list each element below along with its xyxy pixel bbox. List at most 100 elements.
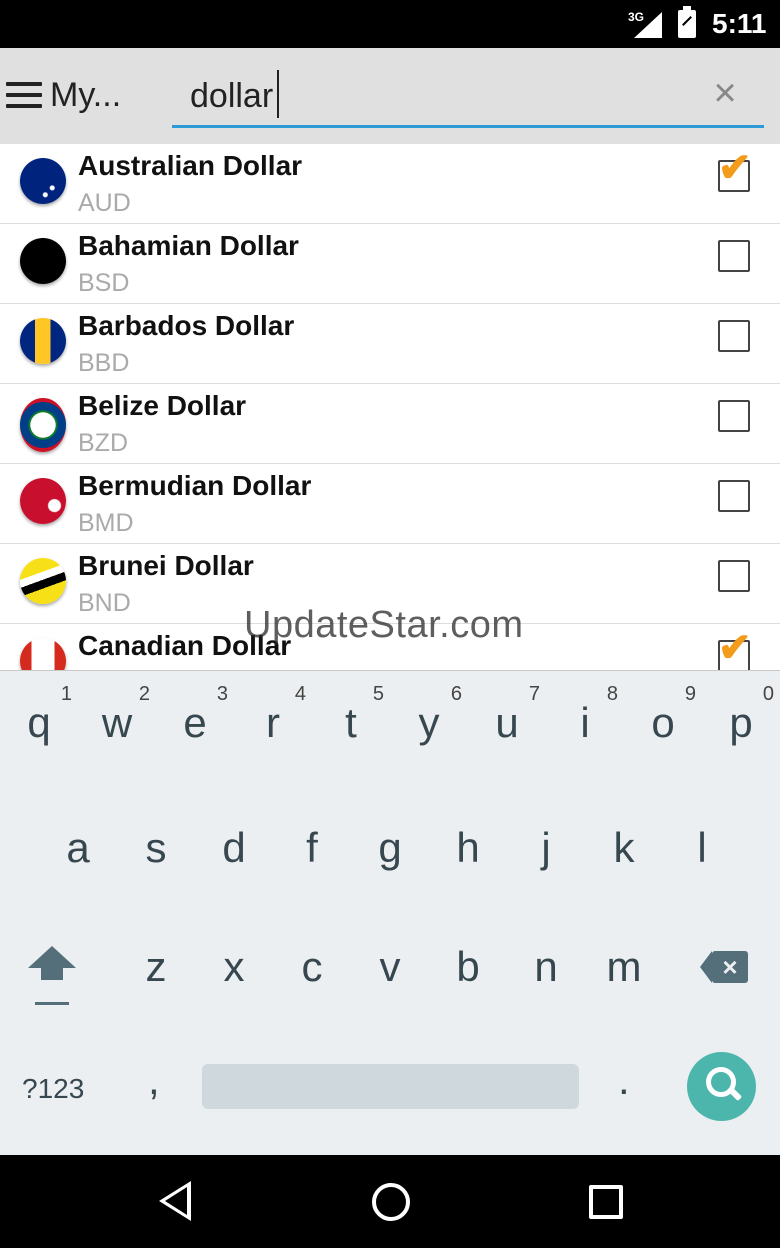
status-bar: 3G 5:11 [0, 0, 780, 48]
key-w[interactable]: 2w [78, 671, 156, 771]
key-label: r [266, 699, 280, 746]
key-label: n [534, 943, 558, 990]
key-f[interactable]: f [273, 796, 351, 896]
key-label: t [345, 699, 357, 746]
key-u[interactable]: 7u [468, 671, 546, 771]
back-icon[interactable] [159, 1181, 191, 1221]
key-j[interactable]: j [507, 796, 585, 896]
key-label: s [145, 824, 167, 871]
key-z[interactable]: z [117, 915, 195, 1015]
key-s[interactable]: s [117, 796, 195, 896]
backspace-key[interactable]: × [700, 951, 748, 983]
key-label: y [418, 699, 440, 746]
select-checkbox[interactable] [718, 480, 750, 512]
currency-code: AUD [78, 189, 131, 217]
period-key[interactable]: . [618, 1056, 630, 1104]
key-label: x [223, 943, 245, 990]
key-label: g [378, 824, 402, 871]
currency-row[interactable]: Barbados Dollar BBD [0, 304, 780, 384]
key-v[interactable]: v [351, 915, 429, 1015]
clear-search-icon[interactable]: × [708, 73, 742, 113]
soft-keyboard: × ?123 , . 1q2w3e4r5t6y7u8i9o0p a s d f g h j k l… [0, 670, 780, 1156]
key-label: v [379, 943, 401, 990]
recents-icon[interactable] [589, 1185, 623, 1219]
shift-arrow-icon [28, 946, 76, 968]
key-q[interactable]: 1q [0, 671, 78, 771]
currency-code: BND [78, 589, 131, 617]
app-title: My... [50, 76, 122, 114]
key-label: b [456, 943, 480, 990]
select-checkbox[interactable] [718, 400, 750, 432]
home-icon[interactable] [372, 1183, 410, 1221]
key-label: z [145, 943, 167, 990]
key-x[interactable]: x [195, 915, 273, 1015]
clock: 5:11 [712, 8, 767, 39]
select-checkbox[interactable] [718, 320, 750, 352]
key-a[interactable]: a [39, 796, 117, 896]
key-n[interactable]: n [507, 915, 585, 1015]
backspace-icon: × [712, 951, 748, 983]
select-checkbox[interactable] [718, 560, 750, 592]
flag-icon [20, 478, 66, 524]
currency-code: BMD [78, 509, 134, 537]
key-p[interactable]: 0p [702, 671, 780, 771]
key-label: p [729, 699, 753, 746]
key-label: m [606, 943, 642, 990]
watermark: UpdateStar.com [244, 604, 524, 646]
currency-name: Belize Dollar [78, 390, 247, 421]
app-bar: My... × [0, 48, 780, 144]
search-key[interactable] [687, 1052, 756, 1121]
key-k[interactable]: k [585, 796, 663, 896]
signal-icon [634, 12, 662, 38]
search-input[interactable] [172, 68, 764, 128]
key-d[interactable]: d [195, 796, 273, 896]
key-m[interactable]: m [585, 915, 663, 1015]
shift-key[interactable] [28, 946, 80, 1008]
key-t[interactable]: 5t [312, 671, 390, 771]
key-label: f [306, 824, 318, 871]
currency-name: Brunei Dollar [78, 550, 254, 581]
currency-row[interactable]: Australian Dollar AUD ✔ [0, 144, 780, 224]
key-label: w [101, 699, 133, 746]
flag-icon [20, 158, 66, 204]
key-e[interactable]: 3e [156, 671, 234, 771]
symbols-key[interactable]: ?123 [22, 1073, 84, 1105]
select-checkbox[interactable]: ✔ [718, 148, 752, 192]
key-l[interactable]: l [663, 796, 741, 896]
key-h[interactable]: h [429, 796, 507, 896]
select-checkbox[interactable]: ✔ [718, 628, 752, 672]
key-y[interactable]: 6y [390, 671, 468, 771]
key-i[interactable]: 8i [546, 671, 624, 771]
key-label: d [222, 824, 246, 871]
key-o[interactable]: 9o [624, 671, 702, 771]
key-r[interactable]: 4r [234, 671, 312, 771]
checkmark-icon: ✔ [718, 626, 752, 670]
key-label: j [541, 824, 551, 871]
key-b[interactable]: b [429, 915, 507, 1015]
checkmark-icon: ✔ [718, 146, 752, 190]
key-label: i [580, 699, 590, 746]
currency-list[interactable]: Australian Dollar AUD ✔ Bahamian Dollar BSD B… [0, 144, 780, 672]
key-label: e [183, 699, 207, 746]
space-key[interactable] [202, 1064, 579, 1109]
text-cursor [277, 70, 279, 118]
currency-name: Bahamian Dollar [78, 230, 299, 261]
select-checkbox[interactable] [718, 240, 750, 272]
key-g[interactable]: g [351, 796, 429, 896]
currency-row[interactable]: Bahamian Dollar BSD [0, 224, 780, 304]
comma-key[interactable]: , [148, 1056, 160, 1104]
currency-name: Barbados Dollar [78, 310, 295, 341]
currency-row[interactable]: Bermudian Dollar BMD [0, 464, 780, 544]
key-label: a [66, 824, 90, 871]
currency-code: BBD [78, 349, 130, 377]
navigation-bar [0, 1155, 780, 1248]
currency-code: BSD [78, 269, 130, 297]
currency-row[interactable]: Belize Dollar BZD [0, 384, 780, 464]
hamburger-menu-icon[interactable] [6, 82, 42, 108]
battery-icon [678, 6, 696, 38]
flag-icon [20, 398, 66, 452]
flag-icon [20, 558, 66, 604]
key-c[interactable]: c [273, 915, 351, 1015]
key-label: l [697, 824, 707, 871]
currency-name: Australian Dollar [78, 150, 303, 181]
